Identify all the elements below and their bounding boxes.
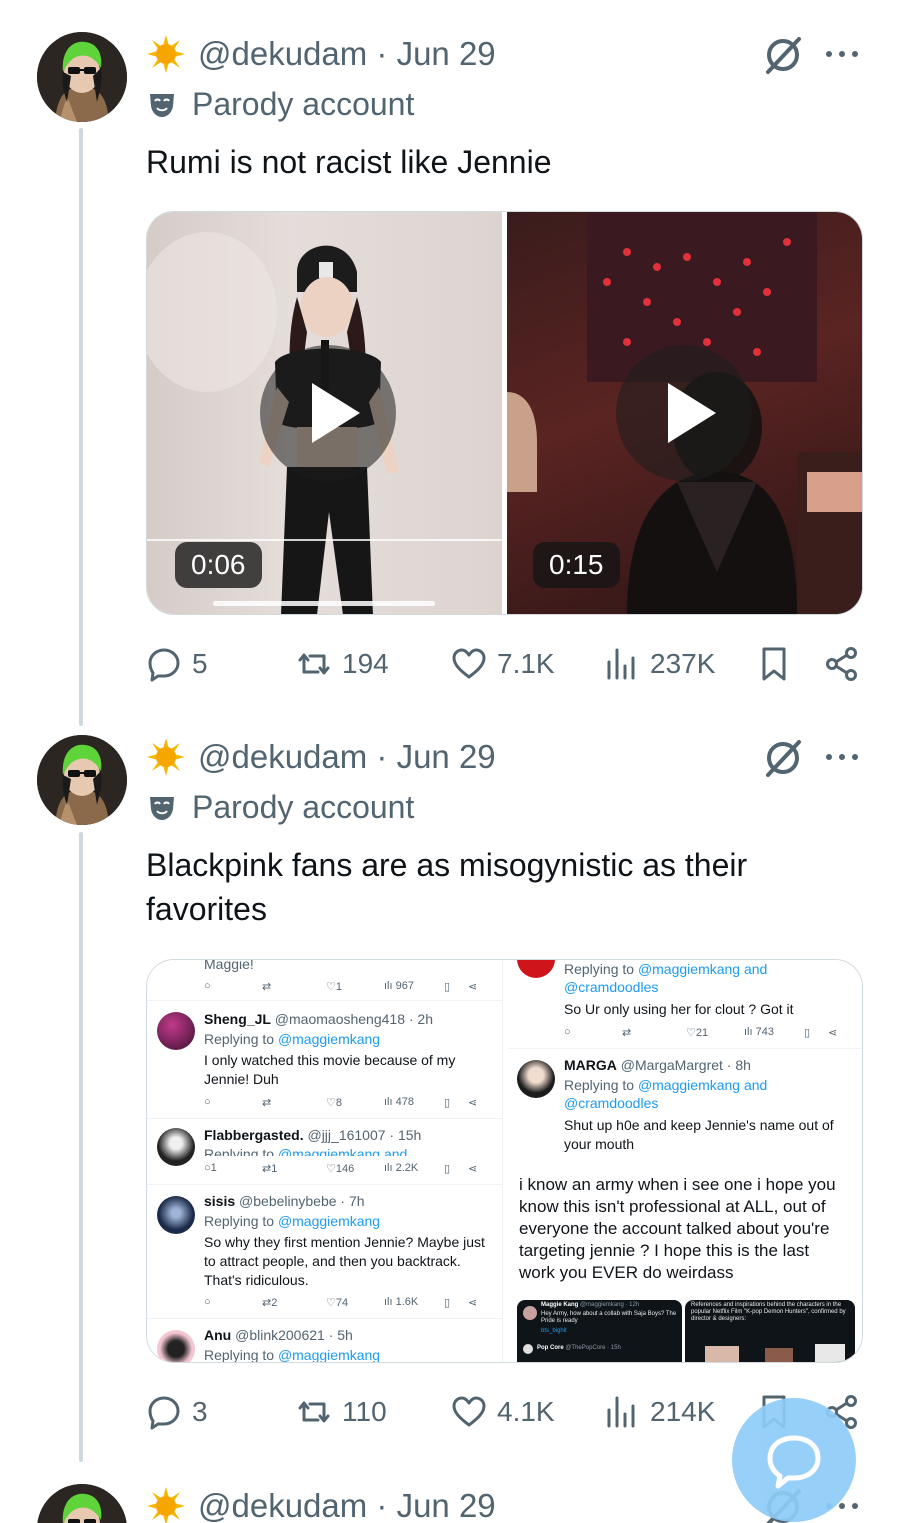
grok-icon[interactable] bbox=[762, 737, 804, 779]
mini-actions: ○ ⇄ ♡8 ılı 478 ▯ ⋖ bbox=[204, 1096, 478, 1109]
tweet-header: @dekudam · Jun 29 bbox=[146, 1484, 496, 1523]
heart-icon bbox=[452, 1396, 486, 1427]
like-button[interactable]: 7.1K bbox=[451, 642, 555, 686]
mini-replying: Replying to @maggiemkang and bbox=[564, 961, 768, 977]
thumb-a: Maggie Kang @maggiemkang · 12h Hey Army,… bbox=[517, 1300, 682, 1362]
avatar bbox=[157, 1128, 195, 1166]
avatar bbox=[517, 1060, 555, 1098]
screenshot-left[interactable]: Maggie! ○ ⇄ ♡1 ılı 967 ▯ ⋖ Sheng_JL @maomaosh… bbox=[147, 960, 503, 1362]
compose-icon bbox=[767, 1435, 821, 1489]
thread-line-1 bbox=[79, 128, 83, 726]
sun-badge-icon bbox=[147, 1487, 185, 1523]
tweet-text: Rumi is not racist like Jennie bbox=[146, 144, 552, 180]
video-duration-1: 0:06 bbox=[175, 542, 262, 588]
mini-actions: ○1 ⇄1 ♡146 ılı 2.2K ▯ ⋖ bbox=[204, 1162, 478, 1175]
mini-replying: Replying to @maggiemkang and bbox=[204, 1146, 408, 1156]
mini-replying: Replying to @maggiemkang bbox=[204, 1347, 381, 1363]
mini-reply-name: Flabbergasted. @jjj_161007 · 15h bbox=[204, 1127, 422, 1143]
views-count: 237K bbox=[650, 648, 716, 679]
share-button[interactable] bbox=[824, 642, 870, 686]
views-icon bbox=[607, 1396, 635, 1428]
repost-button[interactable]: 110 bbox=[296, 1390, 387, 1434]
mask-icon bbox=[150, 94, 174, 117]
mini-replying: Replying to @maggiemkang and bbox=[564, 1077, 768, 1093]
handle-date[interactable]: @dekudam · Jun 29 bbox=[198, 738, 496, 776]
parody-label: Parody account bbox=[146, 787, 414, 827]
avatar[interactable] bbox=[37, 32, 127, 122]
compose-button[interactable] bbox=[732, 1398, 856, 1522]
repost-button[interactable]: 194 bbox=[296, 642, 389, 686]
more-dots-icon[interactable] bbox=[820, 739, 864, 775]
parody-label: Parody account bbox=[146, 84, 414, 124]
tweet-header: @dekudam · Jun 29 bbox=[146, 32, 496, 76]
like-count: 7.1K bbox=[497, 648, 555, 679]
more-dots-icon[interactable] bbox=[820, 36, 864, 72]
mini-reply-body: Shut up h0e and keep Jennie's name out o… bbox=[564, 1117, 834, 1152]
avatar bbox=[157, 1196, 195, 1234]
sun-badge-icon bbox=[147, 738, 185, 776]
like-count: 4.1K bbox=[497, 1396, 555, 1427]
views-count: 214K bbox=[650, 1396, 716, 1427]
mini-actions: ○ ⇄2 ♡74 ılı 1.6K ▯ ⋖ bbox=[204, 1296, 478, 1309]
bookmark-icon bbox=[762, 647, 786, 681]
grok-icon[interactable] bbox=[762, 34, 804, 76]
mini-reply-name: MARGA @MargaMargret · 8h bbox=[564, 1057, 751, 1073]
avatar bbox=[517, 960, 555, 978]
views-icon bbox=[607, 648, 635, 680]
like-button[interactable]: 4.1K bbox=[451, 1390, 555, 1434]
avatar bbox=[157, 1330, 195, 1362]
play-button-2[interactable] bbox=[616, 345, 752, 481]
reply-button[interactable]: 3 bbox=[146, 1390, 208, 1434]
video-media[interactable]: 0:06 0:15 bbox=[146, 211, 863, 615]
bookmark-button[interactable] bbox=[756, 642, 802, 686]
mask-icon bbox=[150, 797, 174, 820]
quote-text: i know an army when i see one i hope you… bbox=[519, 1175, 836, 1282]
play-button-1[interactable] bbox=[260, 345, 396, 481]
tweet-actions: 5 194 7.1K 237K bbox=[146, 642, 864, 686]
tweet-text: Blackpink fans are as misogynistic as th… bbox=[146, 847, 748, 927]
mini-reply-body: So Ur only using her for clout ? Got it bbox=[564, 1001, 794, 1017]
screenshot-right[interactable]: Replying to @maggiemkang and @cramdoodle… bbox=[509, 960, 862, 1362]
mini-reply-body: So why they first mention Jennie? Maybe … bbox=[204, 1234, 485, 1288]
heart-icon bbox=[452, 648, 486, 679]
repost-count: 194 bbox=[342, 648, 389, 679]
views-button[interactable]: 237K bbox=[604, 642, 715, 686]
repost-icon bbox=[298, 1401, 330, 1423]
mini-actions: ○ ⇄ ♡1 ılı 967 ▯ ⋖ bbox=[204, 980, 478, 993]
reply-button[interactable]: 5 bbox=[146, 642, 208, 686]
reply-icon bbox=[148, 1396, 180, 1430]
reply-count: 5 bbox=[192, 648, 208, 679]
repost-count: 110 bbox=[342, 1396, 387, 1427]
thread-line-2 bbox=[79, 832, 83, 1462]
mini-replying: Replying to @maggiemkang bbox=[204, 1031, 381, 1047]
mini-reply-name: Sheng_JL @maomaosheng418 · 2h bbox=[204, 1011, 433, 1027]
video-duration-2: 0:15 bbox=[533, 542, 620, 588]
mini-reply-name: sisis @bebelinybebe · 7h bbox=[204, 1193, 365, 1209]
parody-text: Parody account bbox=[192, 788, 415, 825]
sun-badge-icon bbox=[147, 35, 185, 73]
image-media[interactable]: Maggie! ○ ⇄ ♡1 ılı 967 ▯ ⋖ Sheng_JL @maomaosh… bbox=[146, 959, 863, 1363]
handle-date[interactable]: @dekudam · Jun 29 bbox=[198, 35, 496, 73]
parody-text: Parody account bbox=[192, 85, 415, 122]
avatar bbox=[157, 1012, 195, 1050]
mini-reply-body: I only watched this movie because of my … bbox=[204, 1052, 456, 1087]
mini-top-name: Maggie! bbox=[204, 959, 254, 972]
share-icon bbox=[826, 647, 857, 681]
mini-reply-name: Anu @blink200621 · 5h bbox=[204, 1327, 353, 1343]
views-button[interactable]: 214K bbox=[604, 1390, 715, 1434]
thumb-b: References and inspirations behind the c… bbox=[685, 1300, 855, 1362]
mini-replying-2: @cramdoodles bbox=[564, 1095, 659, 1111]
tweet-header: @dekudam · Jun 29 bbox=[146, 735, 496, 779]
mini-replying: Replying to @maggiemkang bbox=[204, 1213, 381, 1229]
handle-date[interactable]: @dekudam · Jun 29 bbox=[198, 1487, 496, 1523]
avatar[interactable] bbox=[37, 735, 127, 825]
mini-replying-2: @cramdoodles bbox=[564, 979, 659, 995]
reply-count: 3 bbox=[192, 1396, 208, 1427]
reply-icon bbox=[148, 648, 180, 682]
repost-icon bbox=[298, 653, 330, 675]
mini-actions: ○ ⇄ ♡21 ılı 743 ▯ ⋖ bbox=[564, 1026, 838, 1039]
